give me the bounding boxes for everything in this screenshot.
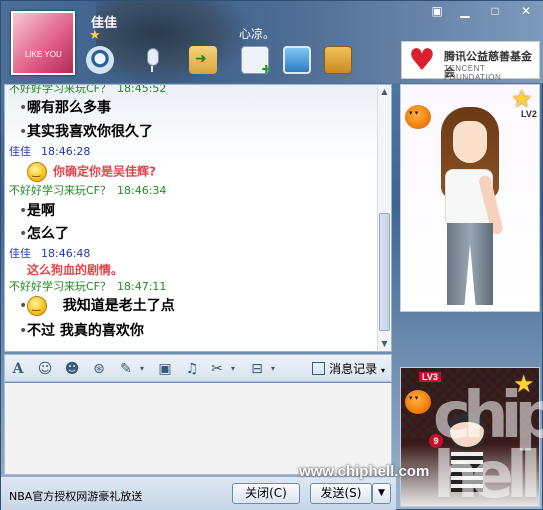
banner-en-text: TENCENT FOUNDATION	[444, 64, 502, 82]
scroll-up-arrow-icon[interactable]: ▲	[378, 85, 391, 99]
skin-icon[interactable]: ▣	[425, 3, 449, 20]
header-background-art	[96, 1, 246, 83]
emoticon-icon	[27, 162, 47, 182]
message-header: 不好好学习来玩CF？ 18:45:52	[9, 84, 167, 95]
voice-call-icon[interactable]	[138, 46, 166, 74]
maximize-button[interactable]: □	[483, 3, 507, 20]
scroll-thumb[interactable]	[379, 213, 390, 331]
emoticon-icon[interactable]: ☺	[37, 361, 53, 377]
heart-logo-icon: ♥	[408, 43, 436, 78]
input-toolbar: A ☺ ☻ ⊛ ✎ ▾ ▣ ♫ ✂ ▾ ⊟ ▾ 消息记录 ▾	[4, 354, 392, 382]
message-text: •其实我喜欢你很久了	[19, 124, 153, 140]
magic-emoticon-icon[interactable]: ☻	[64, 361, 80, 377]
window-footer: NBA官方授权网游豪礼放送 关闭(C) 发送(S) ▼	[1, 477, 396, 510]
contact-show-panel[interactable]: ★ LV2	[400, 84, 540, 312]
watermark-url: www.chiphell.com	[299, 463, 430, 480]
message-text: •怎么了	[19, 226, 69, 242]
pumpkin-icon	[405, 390, 431, 414]
font-icon[interactable]: A	[10, 361, 26, 377]
contact-avatar[interactable]: LIKE YOU	[11, 11, 75, 75]
screenshot-icon[interactable]: ✂	[209, 361, 225, 377]
music-icon[interactable]: ♫	[184, 361, 200, 377]
doodle-icon[interactable]: ✎	[118, 361, 134, 377]
message-text: •是啊	[19, 203, 55, 219]
message-text: • 我知道是老土了点	[19, 295, 175, 316]
contact-signature: 心凉。	[239, 27, 276, 41]
level-badge: LV2	[521, 109, 537, 119]
doodle-dropdown-icon[interactable]: ▾	[134, 361, 150, 377]
message-text: 这么狗血的剧情。	[27, 263, 124, 277]
chat-history[interactable]: 不好好学习来玩CF？ 18:45:52 •哪有那么多事 •其实我喜欢你很久了 佳佳…	[4, 84, 392, 352]
chat-window: LIKE YOU 佳佳 ★ 心凉。 ▣ ▁ □ ✕ ♥ 腾讯公益慈善基金会 TE…	[0, 0, 543, 510]
message-header: 佳佳 18:46:28	[9, 145, 91, 158]
window-header: LIKE YOU 佳佳 ★ 心凉。 ▣ ▁ □ ✕ ♥ 腾讯公益慈善基金会 TE…	[1, 1, 543, 83]
send-file-icon[interactable]	[189, 46, 217, 74]
shake-icon[interactable]: ⊛	[91, 361, 107, 377]
notes-icon[interactable]	[324, 46, 352, 74]
message-input[interactable]	[4, 383, 392, 475]
message-text: •不过 我真的喜欢你	[19, 323, 144, 339]
screenshot-dropdown-icon[interactable]: ▾	[225, 361, 241, 377]
scroll-down-arrow-icon[interactable]: ▼	[378, 337, 391, 351]
apps-icon[interactable]	[241, 46, 271, 76]
minimize-button[interactable]: ▁	[453, 3, 477, 20]
history-icon	[312, 362, 326, 375]
tencent-foundation-banner[interactable]: ♥ 腾讯公益慈善基金会 TENCENT FOUNDATION	[401, 41, 540, 82]
message-header: 不好好学习来玩CF？ 18:46:34	[9, 184, 167, 197]
star-icon: ★	[89, 28, 101, 43]
message-header: 不好好学习来玩CF？ 18:47:11	[9, 280, 167, 293]
image-icon[interactable]: ▣	[157, 361, 173, 377]
message-text: •哪有那么多事	[19, 100, 111, 116]
message-header: 佳佳 18:46:48	[9, 247, 91, 260]
more-dropdown-icon[interactable]: ▾	[265, 361, 281, 377]
avatar-caption: LIKE YOU	[25, 50, 62, 59]
message-history-button[interactable]: 消息记录 ▾	[312, 360, 385, 378]
more-icon[interactable]: ⊟	[249, 361, 265, 377]
send-options-button[interactable]: ▼	[372, 483, 391, 504]
watermark-logo: chip hell	[433, 379, 543, 510]
chat-scrollbar[interactable]: ▲ ▼	[377, 85, 391, 351]
avatar-figure	[423, 103, 523, 309]
emoticon-icon	[27, 296, 47, 316]
send-button[interactable]: 发送(S)	[310, 483, 372, 504]
close-button[interactable]: 关闭(C)	[232, 483, 300, 504]
close-window-button[interactable]: ✕	[514, 3, 538, 20]
remote-assist-icon[interactable]	[283, 46, 311, 74]
video-call-icon[interactable]	[86, 46, 114, 74]
ad-link[interactable]: NBA官方授权网游豪礼放送	[9, 488, 142, 504]
message-text: 你确定你是吴佳辉?	[27, 162, 156, 182]
